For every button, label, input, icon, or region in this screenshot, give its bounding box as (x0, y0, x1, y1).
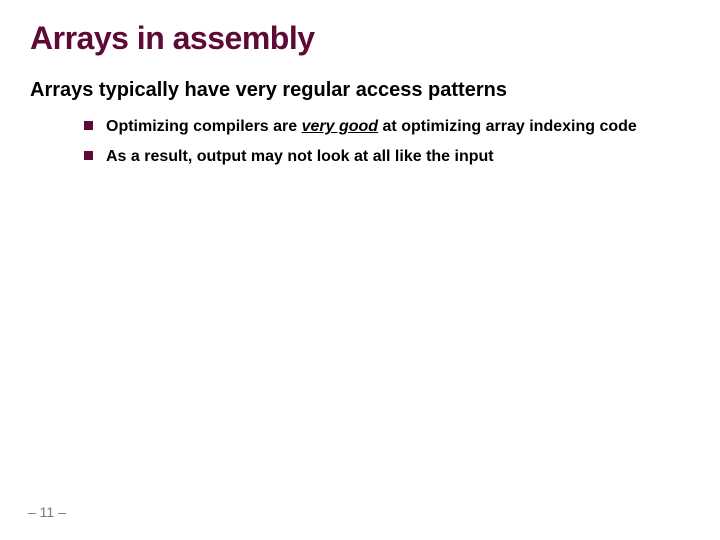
bullet-list: Optimizing compilers are very good at op… (30, 116, 690, 167)
slide-subhead: Arrays typically have very regular acces… (30, 79, 690, 102)
square-bullet-icon (84, 151, 93, 160)
bullet-text-pre: Optimizing compilers are (106, 118, 302, 135)
page-number: – 11 – (28, 504, 66, 520)
bullet-text-pre: As a result, output may not look at all … (106, 148, 494, 165)
bullet-text-emph: very good (302, 118, 378, 135)
bullet-text-post: at optimizing array indexing code (378, 118, 637, 135)
slide-title: Arrays in assembly (30, 20, 690, 57)
list-item: Optimizing compilers are very good at op… (84, 116, 690, 138)
square-bullet-icon (84, 121, 93, 130)
list-item: As a result, output may not look at all … (84, 146, 690, 168)
slide: Arrays in assembly Arrays typically have… (0, 0, 720, 540)
